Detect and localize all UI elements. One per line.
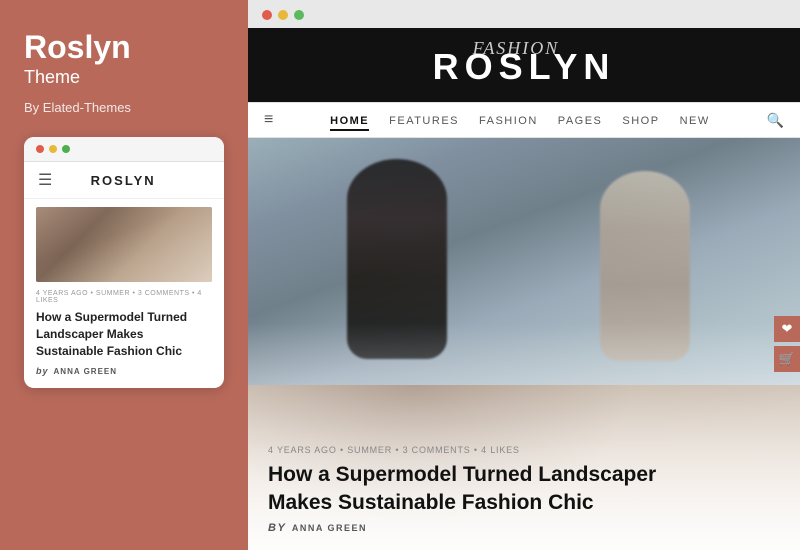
mobile-preview-card: ☰ ROSLYN 4 YEARS AGO • SUMMER • 3 COMMEN… [24,137,224,387]
main-article-author: by ANNA GREEN [268,522,780,534]
mobile-article-author: by ANNA GREEN [36,366,212,376]
nav-item-pages[interactable]: PAGES [558,111,603,129]
browser-chrome [248,0,800,28]
browser-content: Fashion ROSLYN ≡ HOME FEATURES FASHION P… [248,28,800,550]
browser-dot-yellow[interactable] [278,10,288,20]
nav-item-new[interactable]: NEW [680,111,710,129]
cart-icon[interactable]: 🛒 [774,346,800,372]
browser-dot-red[interactable] [262,10,272,20]
nav-item-shop[interactable]: SHOP [622,111,659,129]
nav-item-home[interactable]: HOME [330,111,369,129]
nav-item-features[interactable]: FEATURES [389,111,459,129]
mobile-article-image [36,207,212,282]
browser-area: Fashion ROSLYN ≡ HOME FEATURES FASHION P… [248,0,800,550]
main-article-title[interactable]: How a Supermodel Turned Landscaper Makes… [268,461,708,516]
mobile-nav: ☰ ROSLYN [24,162,224,199]
nav-link-features[interactable]: FEATURES [389,115,459,127]
mobile-dot-yellow [49,145,57,153]
site-logo-script: Fashion [473,38,560,59]
nav-item-fashion[interactable]: FASHION [479,111,538,129]
sidebar-subtitle: Theme [24,67,224,88]
mobile-article: 4 YEARS AGO • SUMMER • 3 COMMENTS • 4 LI… [24,199,224,387]
main-article: 4 YEARS AGO • SUMMER • 3 COMMENTS • 4 LI… [248,138,800,550]
sidebar-title: Roslyn [24,30,224,65]
mobile-author-prefix: by [36,366,49,376]
main-article-caption: 4 YEARS AGO • SUMMER • 3 COMMENTS • 4 LI… [248,431,800,550]
nav-links: HOME FEATURES FASHION PAGES SHOP NEW [330,111,710,129]
nav-search-icon[interactable]: 🔍 [767,112,784,129]
rocks-background [248,138,800,385]
author-name: ANNA GREEN [292,523,367,533]
mobile-top-bar [24,137,224,162]
nav-link-shop[interactable]: SHOP [622,115,659,127]
mobile-author-name: ANNA GREEN [54,367,117,376]
nav-link-fashion[interactable]: FASHION [479,115,538,127]
mobile-dot-green [62,145,70,153]
side-icons: ❤ 🛒 [774,316,800,372]
nav-link-pages[interactable]: PAGES [558,115,603,127]
sidebar: Roslyn Theme By Elated-Themes ☰ ROSLYN 4… [0,0,248,550]
figure-right [600,171,690,361]
sidebar-by: By Elated-Themes [24,100,224,115]
site-logo: Fashion ROSLYN [433,46,616,88]
favorite-icon[interactable]: ❤ [774,316,800,342]
nav-hamburger-icon[interactable]: ≡ [264,111,273,129]
browser-dot-green[interactable] [294,10,304,20]
mobile-site-logo: ROSLYN [91,173,156,188]
mobile-article-meta: 4 YEARS AGO • SUMMER • 3 COMMENTS • 4 LI… [36,290,212,304]
main-article-meta: 4 YEARS AGO • SUMMER • 3 COMMENTS • 4 LI… [268,445,780,455]
mobile-image-overlay [36,207,212,282]
mobile-article-title: How a Supermodel Turned Landscaper Makes… [36,309,212,359]
site-nav: ≡ HOME FEATURES FASHION PAGES SHOP NEW 🔍 [248,102,800,138]
author-prefix: by [268,522,286,534]
nav-link-home[interactable]: HOME [330,115,369,131]
mobile-hamburger-icon[interactable]: ☰ [38,170,52,190]
mobile-dot-red [36,145,44,153]
site-header: Fashion ROSLYN [248,28,800,102]
figure-left [347,159,447,359]
nav-link-new[interactable]: NEW [680,115,710,127]
